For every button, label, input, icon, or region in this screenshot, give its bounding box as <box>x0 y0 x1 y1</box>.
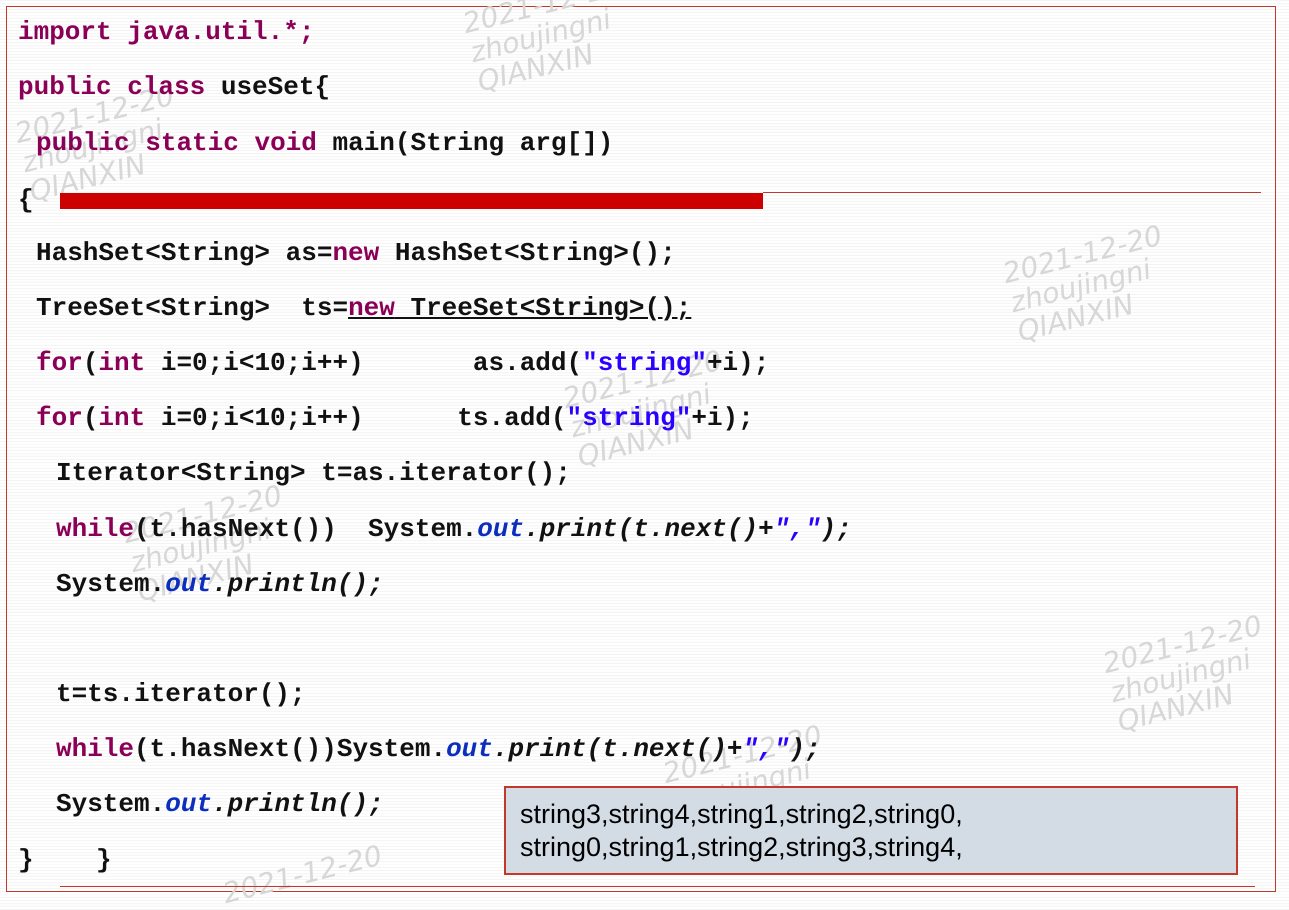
code-line-for-as: for(int i=0;i<10;i++) as.add("string"+i)… <box>36 348 770 378</box>
code-line-println-1: System.out.println(); <box>56 569 384 599</box>
code-line-main: public static void main(String arg[]) <box>36 128 614 158</box>
code-line-treeset: TreeSet<String> ts=new TreeSet<String>()… <box>36 293 692 323</box>
code-line-while-1: while(t.hasNext()) System.out.print(t.ne… <box>56 514 852 544</box>
code-line-hashset: HashSet<String> as=new HashSet<String>()… <box>36 238 676 268</box>
highlight-line <box>763 192 1261 193</box>
code-line-iterator: Iterator<String> t=as.iterator(); <box>56 458 571 488</box>
code-line-class-decl: public class useSet{ <box>18 72 331 102</box>
code-line-println-2: System.out.println(); <box>56 789 384 819</box>
code-line-close-braces: } } <box>18 845 112 875</box>
output-line-2: string0,string1,string2,string3,string4, <box>520 832 963 862</box>
code-line-for-ts: for(int i=0;i<10;i++) ts.add("string"+i)… <box>36 403 754 433</box>
code-line-open-brace: { <box>18 185 34 215</box>
bottom-rule <box>60 886 1255 887</box>
highlight-bar <box>60 193 763 209</box>
output-box: string3,string4,string1,string2,string0,… <box>504 786 1238 875</box>
code-line-while-2: while(t.hasNext())System.out.print(t.nex… <box>56 734 821 764</box>
output-line-1: string3,string4,string1,string2,string0, <box>520 799 963 829</box>
code-line-import: import java.util.*; <box>18 17 315 47</box>
code-line-ts-iterator: t=ts.iterator(); <box>56 679 306 709</box>
